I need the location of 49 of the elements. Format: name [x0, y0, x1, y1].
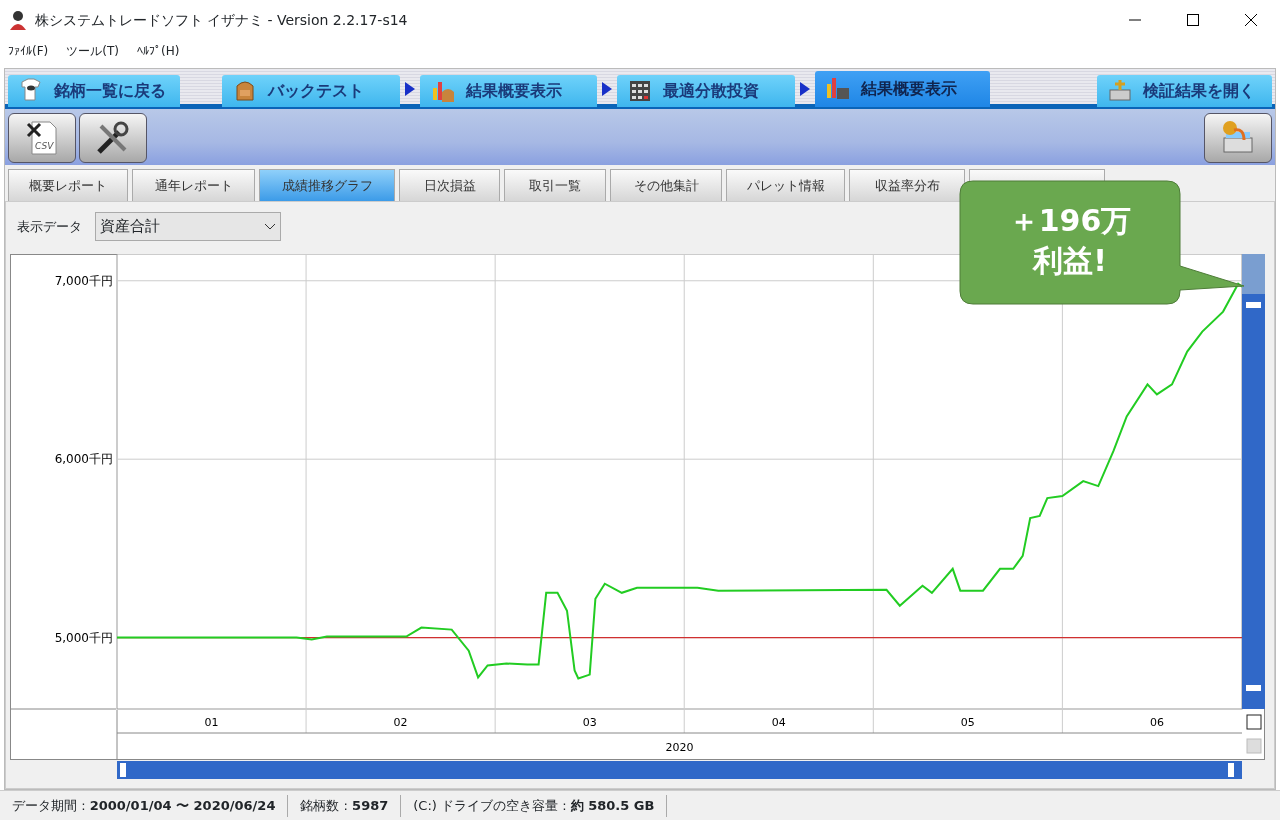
display-data-dropdown[interactable]: 資産合計 — [94, 212, 281, 241]
close-icon[interactable] — [1245, 14, 1257, 26]
workflow-tab[interactable]: 最適分散投資 — [617, 75, 795, 107]
display-data-label: 表示データ — [16, 217, 82, 236]
menu-item[interactable]: ツール(T) — [66, 42, 119, 60]
box-icon — [1107, 78, 1133, 104]
horizontal-scrollbar[interactable] — [117, 761, 1242, 779]
tools-button[interactable] — [79, 113, 148, 163]
export-button[interactable] — [1204, 113, 1272, 163]
menu-item[interactable]: ﾌｧｲﾙ(F) — [8, 42, 49, 60]
report-tab[interactable]: 成績推移グラフ — [259, 169, 395, 201]
menu-item[interactable]: ﾍﾙﾌﾟ(H) — [136, 42, 180, 60]
y-axis-label: 5,000千円 — [54, 630, 113, 645]
x-axis-label: 02 — [393, 716, 408, 729]
report-tab[interactable]: 収益率分布 — [849, 169, 965, 201]
window-title: 株システムトレードソフト イザナミ - Version 2.2.17-s14 — [34, 10, 409, 30]
x-axis-label: 06 — [1149, 716, 1164, 729]
year-label: 2020 — [665, 741, 694, 754]
csv-export-button[interactable]: CSV — [8, 113, 76, 163]
y-axis-label: 6,000千円 — [54, 452, 113, 467]
y-axis-label: 7,000千円 — [54, 273, 113, 288]
open-results-tab[interactable]: 検証結果を開く — [1097, 75, 1272, 107]
x-axis-label: 03 — [582, 716, 597, 729]
status-text: 銘柄数 : 5987 — [288, 794, 402, 817]
report-tab[interactable]: 通年レポート — [132, 169, 255, 201]
status-text: データ期間 : 2000/01/04 〜 2020/06/24 — [0, 794, 289, 817]
report-tab[interactable]: その他集計 — [610, 169, 722, 201]
calculator-icon — [627, 78, 653, 104]
report-tab[interactable]: 取引一覧 — [504, 169, 606, 201]
vertical-scrollbar[interactable] — [1242, 254, 1265, 709]
workflow-tab[interactable]: 銘柄一覧に戻る — [8, 75, 180, 107]
workflow-tab[interactable]: 結果概要表示 — [420, 75, 597, 107]
callout-text: 利益! — [1031, 242, 1108, 280]
callout-text: ＋196万 — [1007, 202, 1133, 240]
report-tab[interactable]: 日次損益 — [399, 169, 500, 201]
workflow-tab[interactable]: 結果概要表示 — [815, 71, 990, 107]
corner-box[interactable] — [1246, 714, 1262, 730]
report-tab[interactable]: 概要レポート — [8, 169, 128, 201]
report-tab[interactable]: パレット情報 — [726, 169, 845, 201]
x-axis-label: 04 — [771, 716, 786, 729]
x-axis-label: 05 — [960, 716, 975, 729]
person-icon — [8, 10, 28, 30]
chevron-down-icon — [263, 222, 276, 231]
x-axis-label: 01 — [204, 716, 219, 729]
corner-box — [1246, 738, 1262, 754]
status-text: (C:) ドライブの空き容量 : 約 580.5 GB — [401, 794, 668, 817]
maximize-icon[interactable] — [1187, 14, 1199, 26]
bar-chart-icon — [825, 76, 851, 102]
workflow-tab[interactable]: バックテスト — [222, 75, 400, 107]
